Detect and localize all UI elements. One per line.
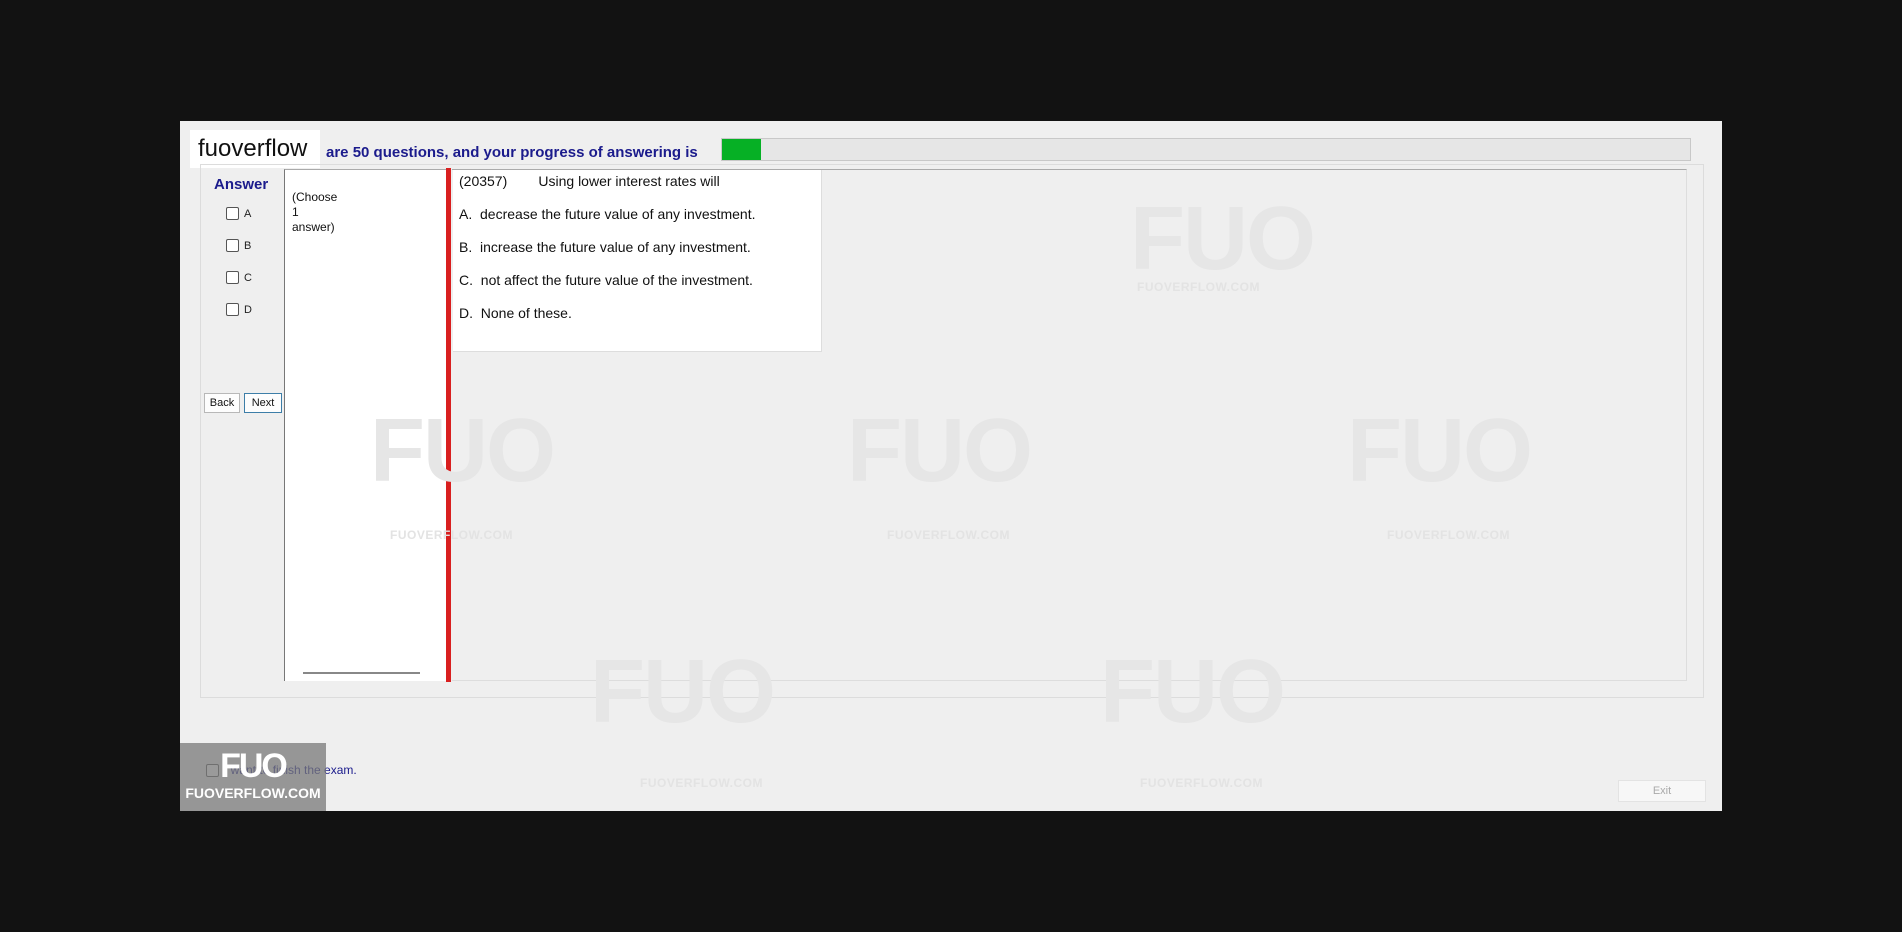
answer-option-b[interactable]: B bbox=[226, 239, 251, 252]
exam-window: fuoverflow are 50 questions, and your pr… bbox=[180, 121, 1722, 811]
answer-c-label: C bbox=[244, 271, 252, 284]
watermark-text: FUOVERFLOW.COM bbox=[1140, 776, 1263, 790]
answer-option-a[interactable]: A bbox=[226, 207, 251, 220]
watermark-text: FUOVERFLOW.COM bbox=[640, 776, 763, 790]
logo: fuoverflow bbox=[190, 130, 320, 168]
progress-fill bbox=[722, 139, 761, 160]
watermark-text: FUOVERFLOW.COM bbox=[887, 528, 1010, 542]
question-choice-d: D. None of these. bbox=[459, 305, 572, 321]
choose-line-3: answer) bbox=[292, 220, 335, 234]
watermark-text: FUOVERFLOW.COM bbox=[1137, 280, 1260, 294]
next-button[interactable]: Next bbox=[244, 393, 282, 413]
back-button[interactable]: Back bbox=[204, 393, 240, 413]
question-header: (20357) Using lower interest rates will bbox=[459, 173, 720, 189]
question-area: FUO FUOVERFLOW.COM FUO FUOVERFLOW.COM FU… bbox=[370, 169, 1687, 681]
answer-a-checkbox[interactable] bbox=[226, 207, 239, 220]
answer-d-label: D bbox=[244, 303, 252, 316]
brand-mark: FUO bbox=[220, 747, 288, 785]
answer-b-checkbox[interactable] bbox=[226, 239, 239, 252]
watermark-mark: FUO bbox=[1347, 401, 1533, 501]
answer-option-d[interactable]: D bbox=[226, 303, 252, 316]
brand-watermark-logo: FUO FUOVERFLOW.COM bbox=[180, 743, 326, 811]
choose-line-1: (Choose bbox=[292, 190, 338, 204]
watermark-mark: FUO bbox=[590, 642, 776, 742]
watermark-text: FUOVERFLOW.COM bbox=[1387, 528, 1510, 542]
choose-instruction: (Choose 1 answer) bbox=[292, 190, 352, 235]
watermark-mark: FUO bbox=[1100, 642, 1286, 742]
watermark-mark: FUO bbox=[847, 401, 1033, 501]
watermark-text: FUOVERFLOW.COM bbox=[390, 528, 513, 542]
choose-line-2: 1 bbox=[292, 205, 299, 219]
question-choice-c: C. not affect the future value of the in… bbox=[459, 272, 753, 288]
watermark-mark: FUO bbox=[1130, 189, 1316, 289]
answer-heading: Answer bbox=[214, 176, 269, 193]
question-text: Using lower interest rates will bbox=[538, 173, 720, 189]
answer-d-checkbox[interactable] bbox=[226, 303, 239, 316]
question-box: (20357) Using lower interest rates will … bbox=[453, 170, 822, 352]
answer-option-c[interactable]: C bbox=[226, 271, 252, 284]
horizontal-scrollbar[interactable] bbox=[303, 672, 420, 674]
brand-url: FUOVERFLOW.COM bbox=[185, 785, 321, 801]
logo-text: fuoverflow bbox=[198, 135, 308, 162]
answer-c-checkbox[interactable] bbox=[226, 271, 239, 284]
progress-bar bbox=[721, 138, 1691, 161]
progress-label: are 50 questions, and your progress of a… bbox=[326, 144, 698, 161]
answer-a-label: A bbox=[244, 207, 252, 220]
answer-b-label: B bbox=[244, 239, 252, 252]
watermark-mark: FUO bbox=[370, 401, 556, 501]
question-choice-a: A. decrease the future value of any inve… bbox=[459, 206, 756, 222]
question-choice-b: B. increase the future value of any inve… bbox=[459, 239, 751, 255]
question-id: (20357) bbox=[459, 173, 508, 189]
exit-button[interactable]: Exit bbox=[1618, 780, 1706, 802]
